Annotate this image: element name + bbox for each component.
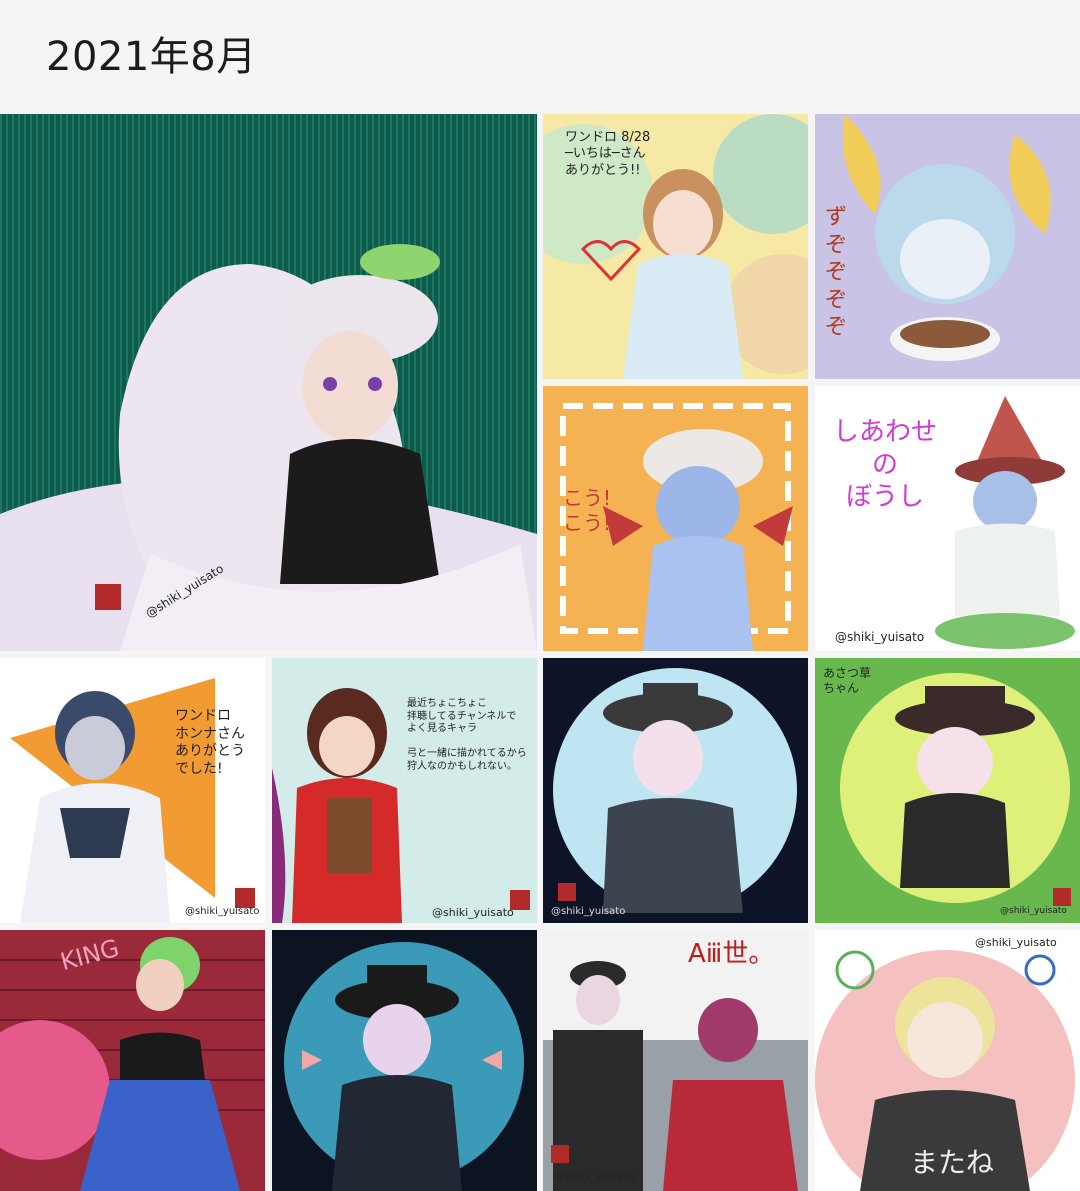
photo-tile-13[interactable]: @shiki_yuisato またね bbox=[815, 930, 1080, 1191]
photo-tile-10[interactable]: KING bbox=[0, 930, 265, 1191]
photo-tile-3[interactable]: ずぞぞぞぞ bbox=[815, 114, 1080, 379]
caption: こう! こう! bbox=[563, 486, 612, 535]
photo-thumbnail-8 bbox=[543, 658, 808, 923]
photo-tile-12[interactable]: Aⅲ世。 @shiki_yuisato bbox=[543, 930, 808, 1191]
caption: しあわせ の ぼうし bbox=[832, 417, 937, 512]
photo-thumbnail-9 bbox=[815, 658, 1080, 923]
caption: 最近ちょこちょこ 拝聴してるチャンネルで よく見るキャラ 弓と一緒に描かれてるか… bbox=[407, 698, 527, 772]
caption: またね bbox=[910, 1146, 995, 1179]
signature: @shiki_yuisato bbox=[1000, 906, 1067, 916]
photo-tile-11[interactable] bbox=[272, 930, 537, 1191]
photo-tile-5[interactable]: しあわせ の ぼうし @shiki_yuisato bbox=[815, 386, 1080, 651]
signature: @shiki_yuisato bbox=[975, 936, 1057, 949]
photo-tile-4[interactable]: こう! こう! bbox=[543, 386, 808, 651]
photo-tile-8[interactable]: @shiki_yuisato bbox=[543, 658, 808, 923]
photo-thumbnail-11 bbox=[272, 930, 537, 1191]
photo-thumbnail-3 bbox=[815, 114, 1080, 379]
signature: @shiki_yuisato bbox=[185, 906, 260, 917]
photo-thumbnail-10 bbox=[0, 930, 265, 1191]
caption: ワンドロ ホンナさん ありがとう でした! bbox=[175, 708, 245, 777]
photo-tile-1[interactable]: @shiki_yuisato bbox=[0, 114, 537, 651]
caption: ワンドロ 8/28 ─いちは─さん ありがとう!! bbox=[565, 130, 651, 178]
photo-grid: @shiki_yuisato ワンドロ 8/28 ─いちは─さん ありがとう!!… bbox=[0, 0, 1080, 1191]
photo-thumbnail-6 bbox=[0, 658, 265, 923]
signature: @shiki_yuisato bbox=[432, 906, 514, 919]
photo-tile-6[interactable]: ワンドロ ホンナさん ありがとう でした! @shiki_yuisato bbox=[0, 658, 265, 923]
photo-tile-7[interactable]: 最近ちょこちょこ 拝聴してるチャンネルで よく見るキャラ 弓と一緒に描かれてるか… bbox=[272, 658, 537, 923]
photo-tile-9[interactable]: あさつ草 ちゃん @shiki_yuisato bbox=[815, 658, 1080, 923]
photo-tile-2[interactable]: ワンドロ 8/28 ─いちは─さん ありがとう!! bbox=[543, 114, 808, 379]
caption: Aⅲ世。 bbox=[688, 939, 775, 969]
caption: ずぞぞぞぞ bbox=[825, 205, 848, 340]
signature: @shiki_yuisato bbox=[835, 630, 925, 644]
caption: あさつ草 ちゃん bbox=[823, 666, 872, 695]
photo-thumbnail-1 bbox=[0, 114, 537, 651]
signature: @shiki_yuisato bbox=[551, 906, 626, 917]
signature: @shiki_yuisato bbox=[553, 1170, 635, 1183]
